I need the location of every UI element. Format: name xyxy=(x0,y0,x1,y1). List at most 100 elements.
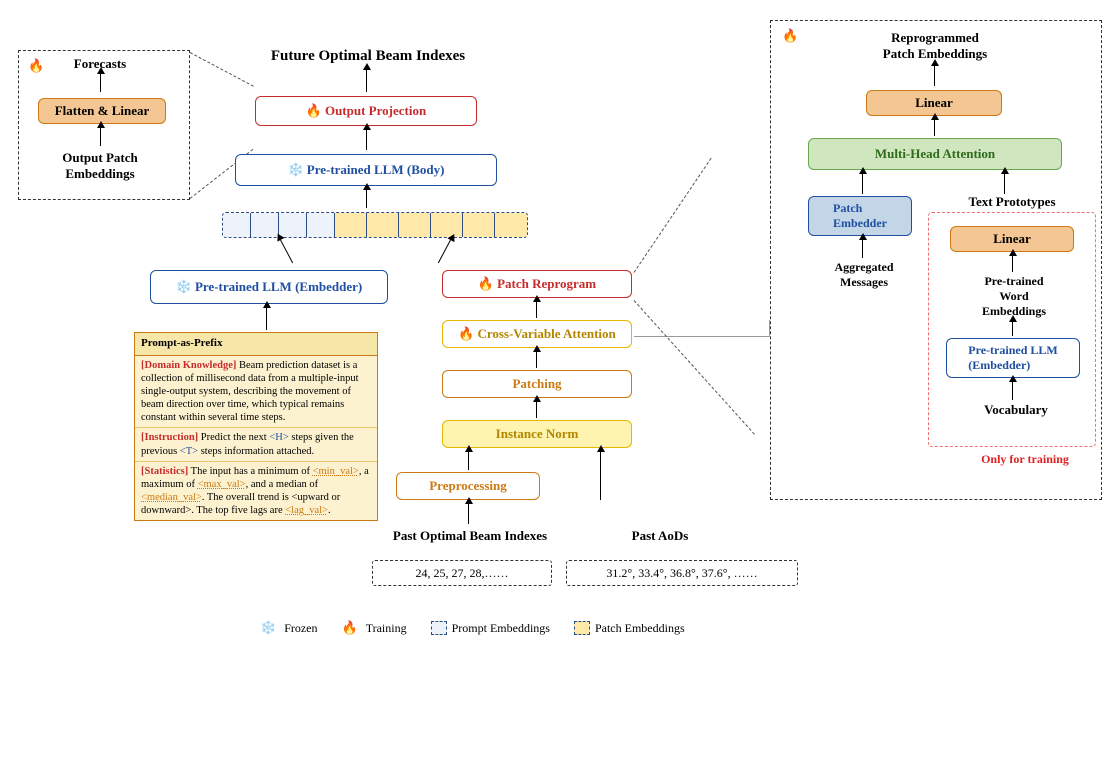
patch-emb-cell xyxy=(367,213,399,237)
arrow-icon xyxy=(934,66,935,86)
legend-prompt-emb-text: Prompt Embeddings xyxy=(452,621,550,636)
arrow-icon xyxy=(1012,382,1013,400)
patching-box: Patching xyxy=(442,370,632,398)
output-patch-emb-label: Output Patch Embeddings xyxy=(40,150,160,182)
flame-icon: 🔥 xyxy=(478,276,494,292)
past-beam-data-text: 24, 25, 27, 28,…… xyxy=(416,566,509,581)
legend-training-text: Training xyxy=(366,621,407,636)
prompt-title: Prompt-as-Prefix xyxy=(135,333,377,356)
arrow-icon xyxy=(1012,256,1013,272)
aggregated-messages-label: Aggregated Messages xyxy=(816,260,912,290)
stats-a: The input has a minimum of xyxy=(188,466,312,477)
arrow-icon xyxy=(280,240,293,263)
output-projection-box: 🔥 Output Projection xyxy=(255,96,477,126)
connector-line xyxy=(634,300,755,434)
stats-min: <min_val> xyxy=(313,466,359,477)
cross-var-attn-box: 🔥 Cross-Variable Attention xyxy=(442,320,632,348)
legend-patch-emb: Patch Embeddings xyxy=(574,621,685,636)
patch-emb-cell xyxy=(463,213,495,237)
prompt-emb-cell xyxy=(279,213,307,237)
stats-max: <max_val> xyxy=(198,479,246,490)
arrow-icon xyxy=(366,130,367,150)
prompt-card: Prompt-as-Prefix [Domain Knowledge] Beam… xyxy=(134,332,378,521)
instruction-tag: [Instruction] xyxy=(141,432,198,443)
reprog-patch-emb-label: Reprogrammed Patch Embeddings xyxy=(850,30,1020,62)
arrow-icon xyxy=(468,504,469,524)
flame-icon: 🔥 xyxy=(782,28,798,44)
arrow-icon xyxy=(536,352,537,368)
patch-embedder-box: Patch Embedder xyxy=(808,196,912,236)
instr-c: steps information attached. xyxy=(198,446,314,457)
past-aod-label: Past AoDs xyxy=(600,528,720,544)
pretrained-embedder-text: Pre-trained LLM (Embedder) xyxy=(195,279,362,295)
flame-icon: 🔥 xyxy=(342,620,358,636)
legend-frozen-text: Frozen xyxy=(284,621,317,636)
arrow-icon xyxy=(934,120,935,136)
flame-icon: 🔥 xyxy=(306,103,322,119)
statistics-tag: [Statistics] xyxy=(141,466,188,477)
snowflake-icon: ❄️ xyxy=(260,620,276,636)
pretrained-word-emb-label: Pre-trained Word Embeddings xyxy=(956,274,1072,319)
prompt-instruction-section: [Instruction] Predict the next <H> steps… xyxy=(135,428,377,461)
arrow-icon xyxy=(366,190,367,208)
patch-emb-cell xyxy=(495,213,527,237)
legend-frozen: ❄️ Frozen xyxy=(260,620,318,636)
snowflake-icon: ❄️ xyxy=(288,162,304,178)
prompt-emb-swatch xyxy=(431,621,447,635)
stats-c: , and a median of xyxy=(246,479,319,490)
arrow-icon xyxy=(862,174,863,194)
instr-H: <H> xyxy=(269,432,288,443)
prompt-domain-section: [Domain Knowledge] Beam prediction datas… xyxy=(135,356,377,429)
arrow-icon xyxy=(366,70,367,92)
flame-icon: 🔥 xyxy=(28,58,44,74)
connector-line xyxy=(634,336,770,337)
cross-var-attn-text: Cross-Variable Attention xyxy=(477,326,615,342)
past-beam-label: Past Optimal Beam Indexes xyxy=(370,528,570,544)
preprocessing-box: Preprocessing xyxy=(396,472,540,500)
arrow-icon xyxy=(468,452,469,470)
past-aod-data-text: 31.2°, 33.4°, 36.8°, 37.6°, …… xyxy=(606,566,757,581)
arrow-icon xyxy=(438,240,451,263)
prompt-statistics-section: [Statistics] The input has a minimum of … xyxy=(135,462,377,521)
arrow-icon xyxy=(100,128,101,146)
stats-e: . xyxy=(328,505,331,516)
only-training-label: Only for training xyxy=(960,452,1090,467)
arrow-icon xyxy=(600,452,601,500)
instance-norm-box: Instance Norm xyxy=(442,420,632,448)
connector-line xyxy=(769,320,770,336)
legend: ❄️ Frozen 🔥 Training Prompt Embeddings P… xyxy=(260,620,685,636)
domain-tag: [Domain Knowledge] xyxy=(141,360,236,371)
stats-lag: <lag_val> xyxy=(285,505,328,516)
patch-emb-cell xyxy=(335,213,367,237)
multihead-attn-box: Multi-Head Attention xyxy=(808,138,1062,170)
legend-prompt-emb: Prompt Embeddings xyxy=(431,621,550,636)
pretrained-body-text: Pre-trained LLM (Body) xyxy=(307,162,445,178)
legend-patch-emb-text: Patch Embeddings xyxy=(595,621,685,636)
past-aod-data-box: 31.2°, 33.4°, 36.8°, 37.6°, …… xyxy=(566,560,798,586)
patch-emb-swatch xyxy=(574,621,590,635)
text-prototypes-label: Text Prototypes xyxy=(952,194,1072,210)
past-beam-data-box: 24, 25, 27, 28,…… xyxy=(372,560,552,586)
arrow-icon xyxy=(536,302,537,318)
pretrained-llm-emb-box: Pre-trained LLM (Embedder) xyxy=(946,338,1080,378)
prompt-emb-cell xyxy=(307,213,335,237)
patch-emb-cell xyxy=(399,213,431,237)
arrow-icon xyxy=(100,74,101,92)
patch-reprogram-text: Patch Reprogram xyxy=(497,276,596,292)
legend-training: 🔥 Training xyxy=(342,620,407,636)
embeddings-strip xyxy=(222,212,528,238)
connector-line xyxy=(634,158,712,273)
patch-emb-cell xyxy=(431,213,463,237)
snowflake-icon: ❄️ xyxy=(176,279,192,295)
arrow-icon xyxy=(536,402,537,418)
patch-reprogram-box: 🔥 Patch Reprogram xyxy=(442,270,632,298)
arrow-icon xyxy=(266,308,267,330)
instr-T: <T> xyxy=(180,446,198,457)
arrow-icon xyxy=(1012,322,1013,336)
vocabulary-label: Vocabulary xyxy=(976,402,1056,418)
arrow-icon xyxy=(862,240,863,258)
instr-a: Predict the next xyxy=(198,432,269,443)
pretrained-embedder-box: ❄️ Pre-trained LLM (Embedder) xyxy=(150,270,388,304)
pretrained-body-box: ❄️ Pre-trained LLM (Body) xyxy=(235,154,497,186)
arrow-icon xyxy=(1004,174,1005,194)
